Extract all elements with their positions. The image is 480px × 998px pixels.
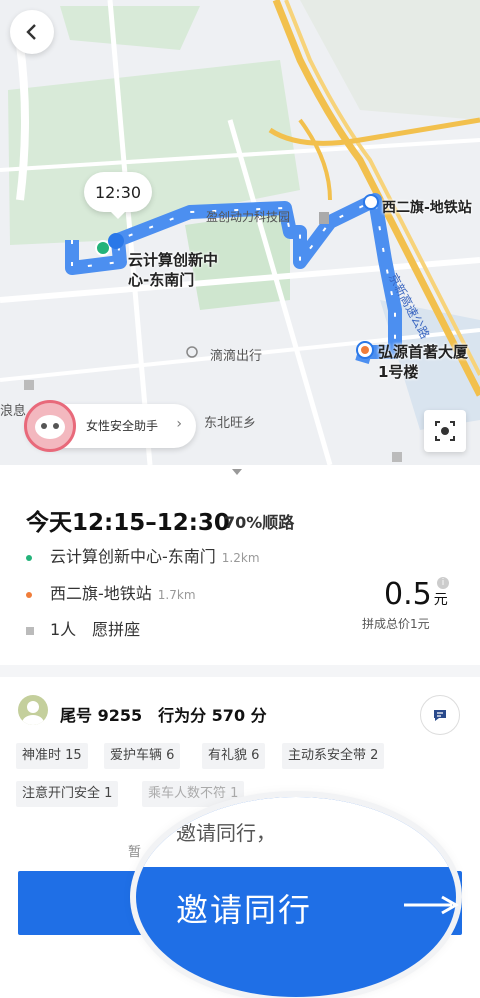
locate-icon xyxy=(435,421,455,441)
trip-sheet: 今天12:15–12:30 70%顺路 云计算创新中心-东南门 1.2km 西二旗… xyxy=(0,465,480,998)
map-label-poi: 滴滴出行 xyxy=(210,349,263,364)
driver-tag: 注意开门安全 1 xyxy=(16,781,119,807)
arrival-time-bubble: 12:30 xyxy=(84,172,152,219)
chevron-left-icon xyxy=(26,24,36,40)
locate-button[interactable] xyxy=(424,410,466,452)
map-label-pickup: 云计算创新中心-东南门 xyxy=(128,251,219,289)
map-label-poi: 东北旺乡 xyxy=(204,416,257,431)
safety-mascot-icon xyxy=(24,400,76,452)
start-name: 云计算创新中心-东南门 xyxy=(50,547,216,566)
safety-assistant-button[interactable]: 女性安全助手 › xyxy=(24,400,196,452)
chevron-right-icon: › xyxy=(176,416,182,432)
price-unit: 元 xyxy=(433,592,448,608)
chat-icon xyxy=(434,710,446,721)
price-value: 0.5 xyxy=(384,577,432,612)
driver-tag: 神准时 15 xyxy=(16,743,88,769)
message-button[interactable] xyxy=(420,695,460,735)
passenger-info: 1人 愿拼座 xyxy=(26,616,140,640)
route-match-ratio: 70%顺路 xyxy=(224,513,295,532)
pointer-arrow-icon xyxy=(404,895,460,915)
end-dot-icon xyxy=(26,591,32,598)
end-name: 西二旗-地铁站 xyxy=(50,584,152,603)
back-button[interactable] xyxy=(10,10,54,54)
map-label-poi: 盈创动力科技园 xyxy=(206,210,291,224)
seat-icon xyxy=(26,626,34,635)
end-distance: 1.7km xyxy=(157,588,196,602)
sheet-handle-icon[interactable] xyxy=(232,469,242,475)
driver-info: 尾号 9255 行为分 570 分 xyxy=(60,706,267,725)
map-label-station: 西二旗-地铁站 xyxy=(382,200,472,216)
invite-hint: 邀请同行， xyxy=(176,821,276,845)
invite-button-label: 邀请同行 xyxy=(176,891,313,929)
passenger-text: 1人 愿拼座 xyxy=(50,620,141,639)
driver-tag: 爱护车辆 6 xyxy=(104,743,181,769)
trip-time: 今天12:15–12:30 xyxy=(26,510,230,536)
driver-tag: 有礼貌 6 xyxy=(202,743,266,769)
divider xyxy=(0,665,480,677)
start-dot-icon xyxy=(26,554,32,561)
end-stop: 西二旗-地铁站 1.7km xyxy=(26,580,196,604)
total-price: 拼成总价1元 xyxy=(362,617,430,631)
map-label-poi: 浪息 xyxy=(0,404,27,419)
driver-tag: 主动系安全带 2 xyxy=(282,743,385,769)
map-view[interactable]: 12:30 云计算创新中心-东南门 弘源首著大厦1号楼 西二旗-地铁站 盈创动力… xyxy=(0,0,480,465)
start-distance: 1.2km xyxy=(221,551,260,565)
map-base xyxy=(0,0,480,465)
start-stop: 云计算创新中心-东南门 1.2km xyxy=(26,543,260,567)
driver-avatar xyxy=(18,695,48,725)
info-icon[interactable]: i xyxy=(437,577,449,589)
safety-assistant-label: 女性安全助手 xyxy=(86,419,159,433)
map-label-dropoff: 弘源首著大厦1号楼 xyxy=(378,343,469,381)
